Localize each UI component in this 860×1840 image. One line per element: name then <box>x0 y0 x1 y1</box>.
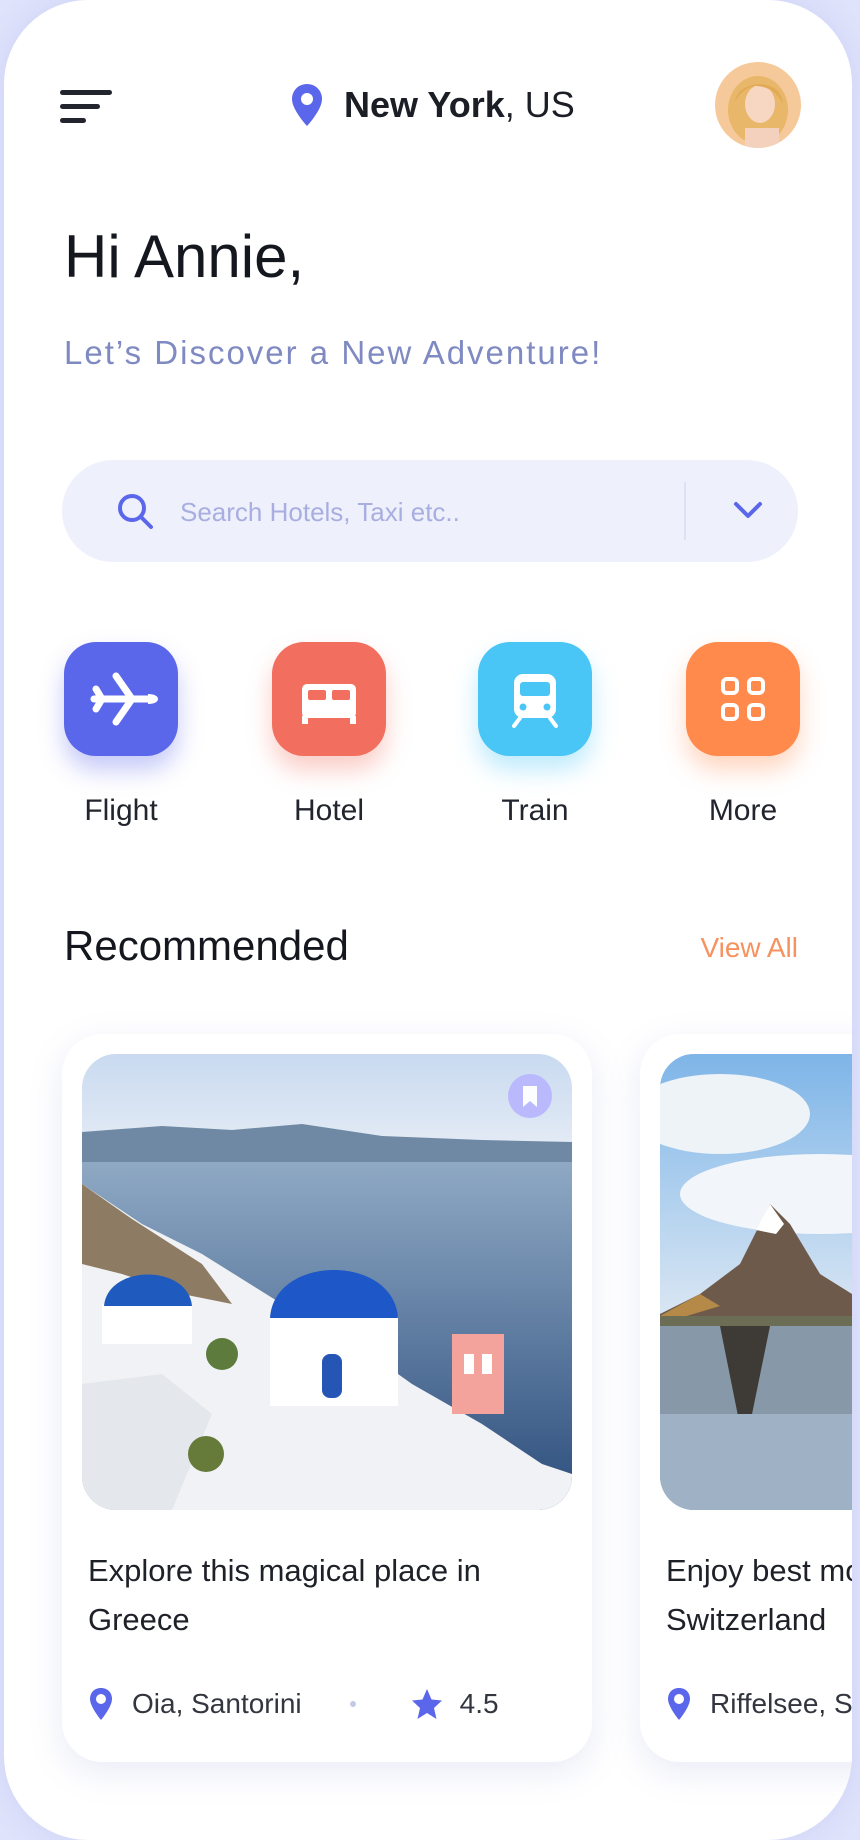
category-hotel-tile <box>272 642 386 756</box>
chevron-down-icon[interactable] <box>718 490 778 532</box>
category-hotel-label: Hotel <box>293 794 365 827</box>
hamburger-menu-icon <box>60 90 112 95</box>
category-more-label: More <box>708 794 778 827</box>
category-more-tile <box>686 642 800 756</box>
category-train-tile <box>478 642 592 756</box>
category-train-label: Train <box>501 794 569 827</box>
card-title: Enjoy best moments in Switzerland <box>666 1553 852 1637</box>
category-more[interactable]: More <box>668 642 818 828</box>
card-title: Explore this magical place in Greece <box>88 1553 481 1637</box>
search-bar <box>62 460 798 562</box>
recommended-card[interactable]: Explore this magical place in Greece Oia… <box>62 1034 592 1762</box>
recommended-card[interactable]: Enjoy best moments in Switzerland Riffel… <box>640 1034 852 1762</box>
user-avatar-image <box>715 62 801 148</box>
location-country: , US <box>504 84 575 125</box>
category-hotel[interactable]: Hotel <box>254 642 404 828</box>
search-input[interactable] <box>178 486 722 538</box>
card-location: Riffelsee, Switzerland <box>710 1688 852 1719</box>
search-divider <box>684 482 686 540</box>
airplane-icon <box>90 672 158 726</box>
view-all-link[interactable]: View All <box>700 932 798 964</box>
map-pin-icon <box>90 1688 112 1720</box>
hamburger-menu-icon-line <box>60 118 86 123</box>
star-icon <box>411 1689 442 1719</box>
recommended-title: Recommended <box>64 922 349 969</box>
location-city: New York <box>344 84 505 125</box>
category-flight-label: Flight <box>84 794 158 827</box>
avatar[interactable] <box>715 62 801 148</box>
bed-icon <box>302 684 356 724</box>
app-screen: New York , US Hi Annie, Let’s Discover a… <box>4 0 852 1840</box>
category-flight[interactable]: Flight <box>46 642 196 828</box>
map-pin-icon <box>292 84 322 126</box>
santorini-photo <box>82 1054 572 1510</box>
map-pin-icon <box>668 1688 690 1720</box>
card-rating: 4.5 <box>459 1688 499 1719</box>
header: New York , US <box>4 60 852 150</box>
train-icon <box>512 674 558 728</box>
matterhorn-photo <box>660 1054 852 1510</box>
card-meta: Oia, Santorini 4.5 <box>88 1682 568 1726</box>
card-meta: Riffelsee, Switzerland <box>666 1682 852 1726</box>
menu-button[interactable] <box>60 80 116 132</box>
hamburger-menu-icon-line <box>60 104 100 109</box>
greeting-subtitle: Let’s Discover a New Adventure! <box>64 334 603 371</box>
grid-icon <box>721 677 765 721</box>
category-flight-tile <box>64 642 178 756</box>
separator-dot <box>349 1701 356 1707</box>
current-location[interactable]: New York , US <box>290 80 575 130</box>
greeting-title: Hi Annie, <box>64 223 305 290</box>
search-icon <box>118 494 153 529</box>
bookmark-icon <box>523 1086 537 1107</box>
bookmark-button[interactable] <box>508 1074 552 1118</box>
card-location: Oia, Santorini <box>132 1688 302 1719</box>
category-train[interactable]: Train <box>460 642 610 828</box>
